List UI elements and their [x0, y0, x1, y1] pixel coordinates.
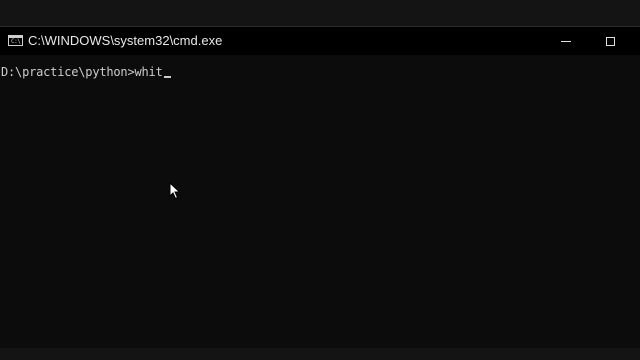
prompt-text: D:\practice\python>	[1, 65, 135, 79]
desktop-top-band	[0, 0, 640, 26]
minimize-button[interactable]	[543, 27, 589, 55]
title-bar[interactable]: C:\ C:\WINDOWS\system32\cmd.exe	[0, 27, 640, 55]
screen: C:\ C:\WINDOWS\system32\cmd.exe D:\pract…	[0, 0, 640, 360]
mouse-pointer-icon	[169, 182, 181, 200]
command-line[interactable]: D:\practice\python>whit	[1, 65, 171, 79]
desktop-bottom-band	[0, 348, 640, 360]
window-title: C:\WINDOWS\system32\cmd.exe	[28, 33, 223, 48]
cmd-icon[interactable]: C:\	[8, 35, 23, 46]
typed-input: whit	[134, 65, 163, 79]
cmd-window: C:\ C:\WINDOWS\system32\cmd.exe D:\pract…	[0, 26, 640, 349]
maximize-button[interactable]	[587, 27, 633, 55]
maximize-icon	[605, 36, 615, 46]
minimize-icon	[561, 41, 571, 42]
text-cursor	[163, 76, 171, 78]
console-area[interactable]: D:\practice\python>whit	[0, 55, 640, 349]
cmd-icon-glyph: C:\	[11, 38, 21, 45]
